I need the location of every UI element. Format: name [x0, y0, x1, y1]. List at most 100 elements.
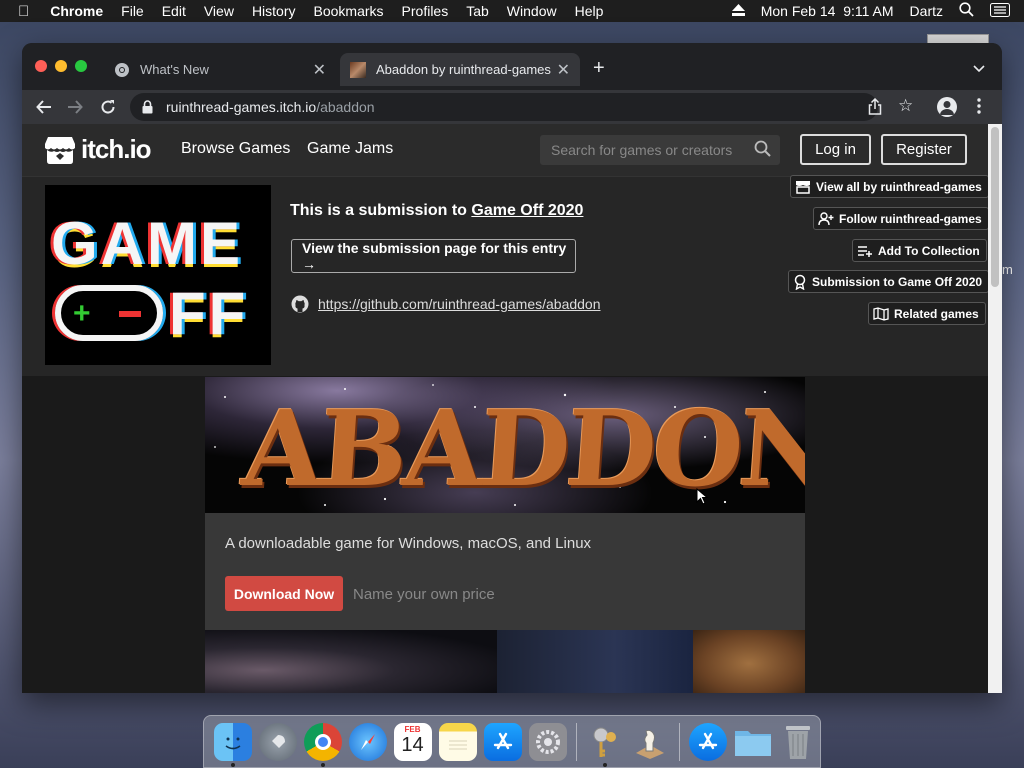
map-icon [873, 306, 889, 321]
chrome-menu-icon[interactable] [977, 98, 981, 119]
share-icon[interactable] [868, 97, 882, 118]
close-tab-icon[interactable]: ✕ [557, 60, 570, 80]
user-plus-icon [818, 211, 834, 225]
tab-title: Abaddon by ruinthread-games [376, 62, 551, 77]
back-arrow-icon[interactable] [32, 95, 56, 119]
list-add-icon [858, 245, 872, 257]
itch-logo[interactable]: itch.io [44, 134, 152, 165]
screenshot-1[interactable] [205, 630, 497, 693]
submission-to-jam-button[interactable]: Submission to Game Off 2020 [788, 270, 988, 293]
menu-bar:  Chrome File Edit View History Bookmark… [0, 0, 1024, 22]
view-all-by-button[interactable]: View all by ruinthread-games [790, 175, 988, 198]
game-banner-image: ABADDON [205, 377, 805, 513]
minimize-window-button[interactable] [55, 60, 67, 72]
zoom-window-button[interactable] [75, 60, 87, 72]
reload-icon[interactable] [96, 95, 120, 119]
store-icon [796, 180, 810, 194]
lock-icon[interactable] [142, 100, 153, 117]
download-now-button[interactable]: Download Now [225, 576, 343, 611]
spotlight-search-icon[interactable] [951, 2, 982, 20]
menu-window[interactable]: Window [498, 3, 566, 19]
new-tab-icon[interactable]: + [593, 57, 605, 80]
app-menu[interactable]: Chrome [41, 3, 112, 19]
bookmark-star-icon[interactable]: ☆ [898, 96, 913, 116]
game-off-jam-image[interactable]: GAME + FF [45, 185, 271, 365]
web-page: itch.io Browse Games Game Jams Search fo… [22, 124, 988, 693]
dock-finder-icon[interactable] [213, 722, 252, 767]
github-link[interactable]: https://github.com/ruinthread-games/abad… [318, 296, 601, 312]
award-icon [794, 274, 806, 290]
menu-history[interactable]: History [243, 3, 305, 19]
menu-edit[interactable]: Edit [153, 3, 195, 19]
scrollbar-thumb[interactable] [991, 127, 999, 287]
register-button[interactable]: Register [881, 134, 967, 165]
search-icon[interactable] [754, 140, 771, 162]
menu-help[interactable]: Help [566, 3, 613, 19]
add-to-collection-button[interactable]: Add To Collection [852, 239, 987, 262]
screenshot-2[interactable] [497, 630, 693, 693]
related-games-label: Related games [894, 306, 979, 321]
clock[interactable]: Mon Feb 14 9:11 AM [753, 3, 902, 19]
tab-whats-new[interactable]: What's New ✕ [104, 53, 336, 86]
control-center-icon[interactable] [982, 2, 1024, 20]
game-jams-link[interactable]: Game Jams [307, 140, 393, 158]
menu-profiles[interactable]: Profiles [393, 3, 458, 19]
search-placeholder: Search for games or creators [551, 142, 733, 158]
screenshot-3[interactable] [693, 630, 805, 693]
menu-file[interactable]: File [112, 3, 153, 19]
tab-strip: What's New ✕ Abaddon by ruinthread-games… [22, 43, 1002, 90]
dock-launchpad-icon[interactable] [258, 722, 297, 761]
view-submission-button[interactable]: View the submission page for this entry … [291, 239, 576, 273]
controller-o-icon: + [55, 285, 163, 341]
menu-tab[interactable]: Tab [457, 3, 498, 19]
browse-games-link[interactable]: Browse Games [181, 140, 290, 158]
menu-view[interactable]: View [195, 3, 243, 19]
dock-separator [678, 722, 679, 761]
dock-notes-icon[interactable] [438, 722, 477, 761]
close-tab-icon[interactable]: ✕ [313, 60, 326, 80]
tab-title: What's New [140, 62, 209, 77]
apple-menu-icon[interactable]:  [0, 3, 41, 20]
jam-banner: GAME + FF This is a submission to Game O… [22, 175, 988, 376]
screenshot-strip [205, 630, 805, 693]
url-host: ruinthread-games.itch.io [166, 99, 317, 115]
toolbar: ruinthread-games.itch.io/abaddon ☆ [22, 90, 1002, 124]
dock-chess-icon[interactable] [631, 723, 669, 761]
itch-logo-text: itch.io [81, 134, 152, 164]
dock-app-store-icon[interactable] [483, 722, 522, 761]
login-button[interactable]: Log in [800, 134, 871, 165]
dock-safari-icon[interactable] [348, 722, 387, 761]
game-description: A downloadable game for Windows, macOS, … [225, 535, 592, 552]
tab-search-chevron-icon[interactable] [973, 60, 985, 78]
user-menu[interactable]: Dartz [902, 3, 951, 19]
follow-button[interactable]: Follow ruinthread-games [813, 207, 988, 230]
github-icon [291, 295, 309, 313]
dock-downloads-folder-icon[interactable] [734, 723, 772, 761]
itch-header: itch.io Browse Games Game Jams Search fo… [22, 124, 988, 176]
dock-calendar-icon[interactable]: FEB 14 [393, 722, 432, 761]
game-logo-text: ABADDON [238, 387, 805, 510]
close-window-button[interactable] [35, 60, 47, 72]
dock-trash-icon[interactable] [779, 723, 817, 761]
address-bar[interactable]: ruinthread-games.itch.io/abaddon ☆ [130, 93, 913, 121]
dock-chrome-icon[interactable] [303, 722, 342, 767]
forward-arrow-icon[interactable] [63, 95, 87, 119]
dock-keychain-icon[interactable] [586, 723, 624, 767]
menu-bookmarks[interactable]: Bookmarks [305, 3, 393, 19]
profile-avatar-icon[interactable] [937, 97, 957, 117]
dock-app-store-folder-icon[interactable] [688, 722, 727, 761]
chrome-favicon-icon [115, 62, 129, 77]
calendar-day: 14 [401, 733, 424, 756]
dock-system-preferences-icon[interactable] [528, 722, 567, 761]
dock: FEB 14 [203, 715, 821, 768]
jam-title-prefix: This is a submission to [290, 202, 472, 219]
page-scrollbar[interactable] [988, 124, 1002, 693]
game-column: ABADDON A downloadable game for Windows,… [205, 377, 805, 693]
eject-icon[interactable] [724, 3, 753, 19]
jam-link[interactable]: Game Off 2020 [471, 202, 583, 219]
search-input[interactable]: Search for games or creators [540, 135, 780, 165]
calendar-month: FEB [404, 724, 421, 734]
tab-abaddon[interactable]: Abaddon by ruinthread-games ✕ [340, 53, 580, 86]
price-input[interactable]: Name your own price [353, 586, 495, 603]
related-games-button[interactable]: Related games [868, 302, 986, 325]
